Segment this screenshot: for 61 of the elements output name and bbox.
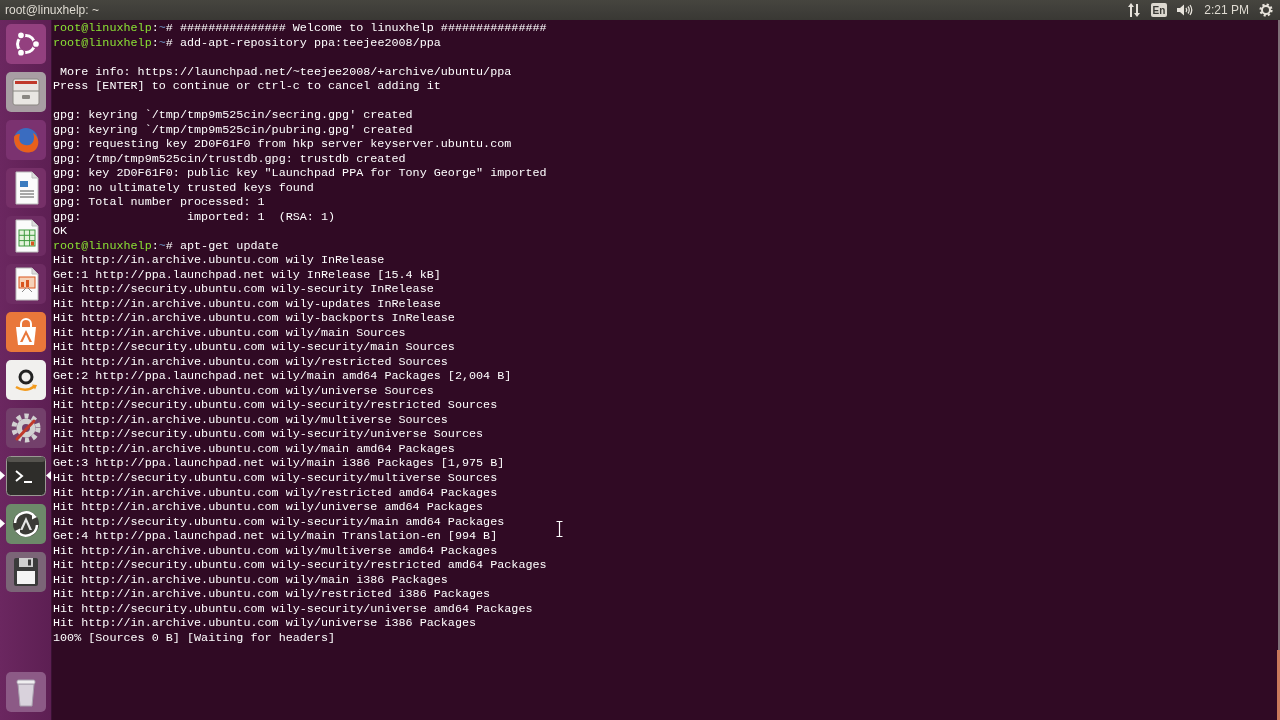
output-line: Get:1 http://ppa.launchpad.net wily InRelease [15.4 kB] <box>53 267 441 283</box>
output-line: Get:4 http://ppa.launchpad.net wily/main Translation-en [994 B] <box>53 529 498 544</box>
output-line: Hit http://in.archive.ubuntu.com wily/multiverse Sources <box>53 412 448 428</box>
circle-logo-icon[interactable] <box>5 24 46 64</box>
output-line: gpg: requesting key 2D0F61F0 from hkp server keyserver.ubuntu.com <box>53 137 512 152</box>
prompt-line: root@linuxhelp:~# add-apt-repository ppa:teejee2008/ppa <box>53 35 441 51</box>
output-line: Hit http://security.ubuntu.com wily-security/restricted Sources <box>53 398 498 413</box>
scrollbar-track[interactable] <box>1278 20 1280 720</box>
output-line: Hit http://in.archive.ubuntu.com wily-backports InRelease <box>53 311 455 326</box>
settings-icon[interactable] <box>5 408 46 448</box>
shopping-bag-icon[interactable] <box>5 312 46 352</box>
output-line: Hit http://in.archive.ubuntu.com wily/main i386 Packages <box>53 572 448 588</box>
output-line: Press [ENTER] to continue or ctrl-c to cancel adding it <box>53 79 441 94</box>
output-line: Hit http://security.ubuntu.com wily-security/restricted amd64 Packages <box>53 558 547 573</box>
output-line: Hit http://security.ubuntu.com wily-security/universe amd64 Packages <box>53 601 533 617</box>
output-line: Hit http://in.archive.ubuntu.com wily/main amd64 Packages <box>53 441 455 457</box>
output-line: Hit http://security.ubuntu.com wily-security/main amd64 Packages <box>53 514 505 530</box>
network-arrows-icon[interactable] <box>1127 3 1140 17</box>
document-icon[interactable] <box>5 168 46 208</box>
file-cabinet-icon[interactable] <box>5 72 46 112</box>
output-line: Hit http://in.archive.ubuntu.com wily/universe Sources <box>53 383 434 399</box>
output-line: Hit http://in.archive.ubuntu.com wily/multiverse amd64 Packages <box>53 543 498 559</box>
window-title: root@linuxhelp: ~ <box>4 2 99 19</box>
output-line: Get:3 http://ppa.launchpad.net wily/main i386 Packages [1,975 B] <box>53 456 505 471</box>
output-line: Hit http://in.archive.ubuntu.com wily/universe amd64 Packages <box>53 500 484 515</box>
clock[interactable]: 2:21 PM <box>1204 0 1249 20</box>
keyboard-layout-indicator[interactable]: En <box>1150 3 1168 17</box>
prompt-line: root@linuxhelp:~# apt-get update <box>53 238 279 254</box>
output-line: More info: https://launchpad.net/~teejee2008/+archive/ubuntu/ppa <box>59 64 512 80</box>
spreadsheet-icon[interactable] <box>5 216 46 256</box>
output-line: gpg: /tmp/tmp9m525cin/trustdb.gpg: trustdb created <box>53 151 406 167</box>
output-line: Hit http://in.archive.ubuntu.com wily/universe i386 Packages <box>53 616 477 631</box>
output-line: 100% [Sources 0 B] [Waiting for headers] <box>53 630 336 646</box>
presentation-icon[interactable] <box>5 264 46 304</box>
prompt-line: root@linuxhelp:~# ############### Welcome to linuxhelp ############### <box>53 21 547 36</box>
output-line: Hit http://security.ubuntu.com wily-security/universe Sources <box>53 427 484 442</box>
output-line: Hit http://in.archive.ubuntu.com wily-updates InRelease <box>53 296 441 312</box>
output-line: gpg: key 2D0F61F0: public key "Launchpad PPA for Tony George" imported <box>53 166 547 181</box>
trash-icon[interactable] <box>5 672 46 712</box>
volume-icon[interactable] <box>1177 4 1194 16</box>
output-line: gpg: no ultimately trusted keys found <box>53 180 314 196</box>
output-line: Hit http://in.archive.ubuntu.com wily/restricted amd64 Packages <box>53 485 498 500</box>
output-line: gpg: imported: 1 (RSA: 1) <box>53 209 336 225</box>
output-line: Hit http://in.archive.ubuntu.com wily/restricted Sources <box>53 354 448 370</box>
output-line: Hit http://security.ubuntu.com wily-security/multiverse Sources <box>53 471 498 486</box>
output-line: Get:2 http://ppa.launchpad.net wily/main amd64 Packages [2,004 B] <box>53 369 512 384</box>
output-line: gpg: Total number processed: 1 <box>53 195 265 210</box>
output-line: Hit http://in.archive.ubuntu.com wily/restricted i386 Packages <box>53 587 491 602</box>
output-line: OK <box>53 224 68 239</box>
gear-icon[interactable] <box>1259 3 1273 17</box>
output-line: Hit http://in.archive.ubuntu.com wily/main Sources <box>53 325 406 341</box>
output-line: Hit http://security.ubuntu.com wily-security InRelease <box>53 282 434 297</box>
output-line: Hit http://security.ubuntu.com wily-security/main Sources <box>53 340 455 355</box>
update-arrows-icon[interactable] <box>5 504 46 544</box>
text-cursor-icon <box>556 521 563 537</box>
output-line: gpg: keyring `/tmp/tmp9m525cin/secring.gpg' created <box>53 108 413 123</box>
scrollbar-thumb[interactable] <box>1277 650 1280 720</box>
globe-icon[interactable] <box>5 120 46 160</box>
output-line: gpg: keyring `/tmp/tmp9m525cin/pubring.gpg' created <box>53 122 413 138</box>
terminal-icon[interactable] <box>5 456 46 496</box>
output-line: Hit http://in.archive.ubuntu.com wily InRelease <box>53 253 385 268</box>
